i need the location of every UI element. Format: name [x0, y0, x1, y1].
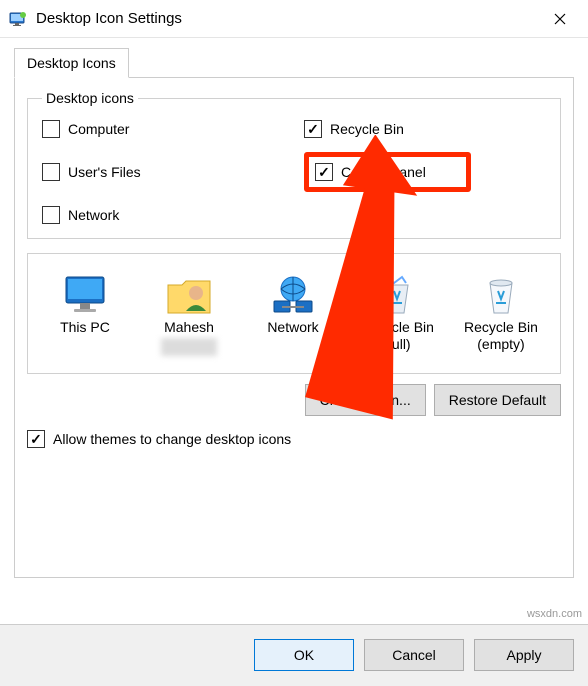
- icon-recycle-bin-empty[interactable]: Recycle Bin (empty): [452, 266, 550, 361]
- icon-label: Recycle Bin (full): [351, 319, 443, 353]
- icon-label: Mahesh: [164, 319, 214, 336]
- desktop-icons-legend: Desktop icons: [42, 90, 138, 106]
- checkbox-label: User's Files: [68, 164, 141, 180]
- app-icon: [8, 9, 28, 29]
- icon-label: Network: [267, 319, 318, 336]
- apply-button[interactable]: Apply: [474, 639, 574, 671]
- dialog-footer: OK Cancel Apply: [0, 624, 588, 686]
- icon-buttons-row: Change Icon... Restore Default: [27, 384, 561, 416]
- blurred-text: [161, 338, 217, 356]
- icon-label: Recycle Bin (empty): [455, 319, 547, 353]
- checkbox-box: [304, 120, 322, 138]
- checkbox-label: Network: [68, 207, 119, 223]
- icon-this-pc[interactable]: This PC: [36, 266, 134, 361]
- checkbox-recycle-bin[interactable]: Recycle Bin: [304, 120, 546, 138]
- icon-user-folder[interactable]: Mahesh: [140, 266, 238, 361]
- restore-default-button[interactable]: Restore Default: [434, 384, 561, 416]
- checkbox-box: [42, 120, 60, 138]
- monitor-icon: [57, 271, 113, 319]
- network-icon: [265, 271, 321, 319]
- icon-network[interactable]: Network: [244, 266, 342, 361]
- checkbox-control-panel[interactable]: Control Panel: [315, 163, 426, 181]
- desktop-icons-group: Desktop icons Computer Recycle Bin User'…: [27, 90, 561, 239]
- checkbox-box: [315, 163, 333, 181]
- change-icon-button[interactable]: Change Icon...: [305, 384, 426, 416]
- tab-content: Desktop icons Computer Recycle Bin User'…: [14, 78, 574, 578]
- recycle-bin-full-icon: [369, 271, 425, 319]
- ok-button[interactable]: OK: [254, 639, 354, 671]
- checkbox-box: [42, 206, 60, 224]
- highlight-control-panel: Control Panel: [304, 152, 471, 192]
- dialog-body: Desktop Icons Desktop icons Computer Rec…: [0, 38, 588, 592]
- close-button[interactable]: [540, 4, 580, 34]
- checkbox-label: Recycle Bin: [330, 121, 404, 137]
- checkbox-users-files[interactable]: User's Files: [42, 152, 284, 192]
- tab-desktop-icons[interactable]: Desktop Icons: [14, 48, 129, 78]
- icon-preview-panel: This PC Mahesh: [27, 253, 561, 374]
- checkbox-computer[interactable]: Computer: [42, 120, 284, 138]
- icon-recycle-bin-full[interactable]: Recycle Bin (full): [348, 266, 446, 361]
- checkbox-allow-themes[interactable]: Allow themes to change desktop icons: [27, 430, 561, 448]
- checkbox-label: Control Panel: [341, 164, 426, 180]
- user-folder-icon: [161, 271, 217, 319]
- icon-label: This PC: [60, 319, 110, 336]
- checkbox-box: [42, 163, 60, 181]
- recycle-bin-empty-icon: [473, 271, 529, 319]
- window-title: Desktop Icon Settings: [36, 10, 540, 27]
- tab-strip: Desktop Icons: [14, 48, 574, 78]
- checkbox-label: Computer: [68, 121, 129, 137]
- cancel-button[interactable]: Cancel: [364, 639, 464, 671]
- checkbox-label: Allow themes to change desktop icons: [53, 431, 291, 447]
- checkbox-network[interactable]: Network: [42, 206, 284, 224]
- title-bar: Desktop Icon Settings: [0, 0, 588, 38]
- watermark: wsxdn.com: [527, 608, 582, 620]
- checkbox-box: [27, 430, 45, 448]
